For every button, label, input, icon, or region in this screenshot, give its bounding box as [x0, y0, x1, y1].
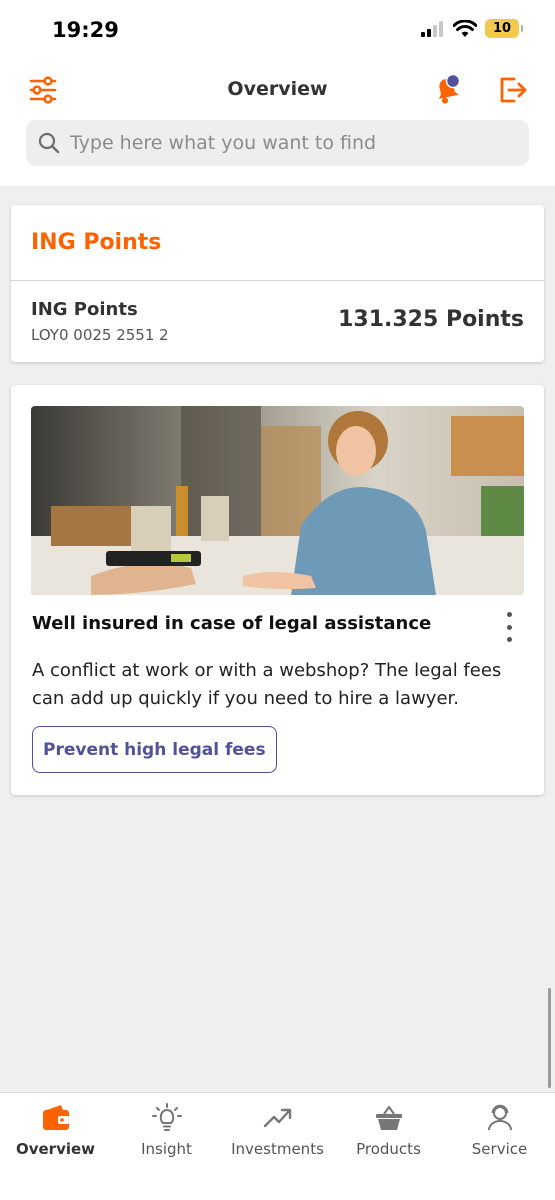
search-bar[interactable]	[26, 120, 529, 166]
status-icons: 10	[421, 19, 523, 38]
more-options-icon[interactable]	[502, 612, 516, 642]
points-balance: 131.325 Points	[338, 307, 524, 332]
tab-overview[interactable]: Overview	[0, 1093, 111, 1200]
points-account-id: LOY0 0025 2551 2	[31, 326, 169, 344]
tab-service[interactable]: Service	[444, 1093, 555, 1200]
search-input[interactable]	[70, 132, 510, 154]
page-title: Overview	[227, 78, 328, 100]
tab-insight[interactable]: Insight	[111, 1093, 222, 1200]
bottom-tab-bar: Overview Insight Investments Products Se…	[0, 1092, 555, 1200]
ing-points-card[interactable]: ING Points ING Points LOY0 0025 2551 2 1…	[11, 205, 544, 362]
tab-label: Service	[471, 1140, 528, 1158]
points-card-header: ING Points	[11, 205, 544, 281]
promo-description: A conflict at work or with a webshop? Th…	[32, 660, 502, 709]
tab-label: Products	[356, 1140, 421, 1158]
bell-icon[interactable]	[430, 72, 464, 106]
status-time: 19:29	[52, 18, 119, 42]
trend-up-icon	[263, 1108, 291, 1128]
battery-indicator: 10	[485, 19, 523, 38]
prevent-legal-fees-button[interactable]: Prevent high legal fees	[32, 726, 277, 773]
tab-products[interactable]: Products	[333, 1093, 444, 1200]
wallet-icon	[42, 1105, 69, 1130]
cellular-signal-icon	[421, 20, 443, 37]
top-header: 19:29 10 Overview	[0, 0, 555, 186]
tab-label: Investments	[231, 1140, 324, 1158]
logout-icon[interactable]	[497, 74, 529, 106]
wifi-icon	[453, 19, 477, 37]
points-account-name: ING Points	[31, 299, 138, 320]
promo-title: Well insured in case of legal assistance	[32, 613, 432, 634]
basket-icon	[375, 1106, 402, 1130]
tab-label: Insight	[141, 1140, 192, 1158]
person-icon	[487, 1104, 512, 1131]
promo-photo	[31, 406, 524, 595]
tab-investments[interactable]: Investments	[222, 1093, 333, 1200]
points-account-row[interactable]: ING Points LOY0 0025 2551 2 131.325 Poin…	[11, 281, 544, 361]
tab-label: Overview	[15, 1140, 96, 1158]
points-card-heading: ING Points	[31, 230, 162, 255]
search-icon	[38, 132, 60, 154]
scrollbar[interactable]	[548, 988, 551, 1088]
promo-card: Well insured in case of legal assistance…	[11, 385, 544, 795]
lightbulb-icon	[151, 1103, 182, 1131]
